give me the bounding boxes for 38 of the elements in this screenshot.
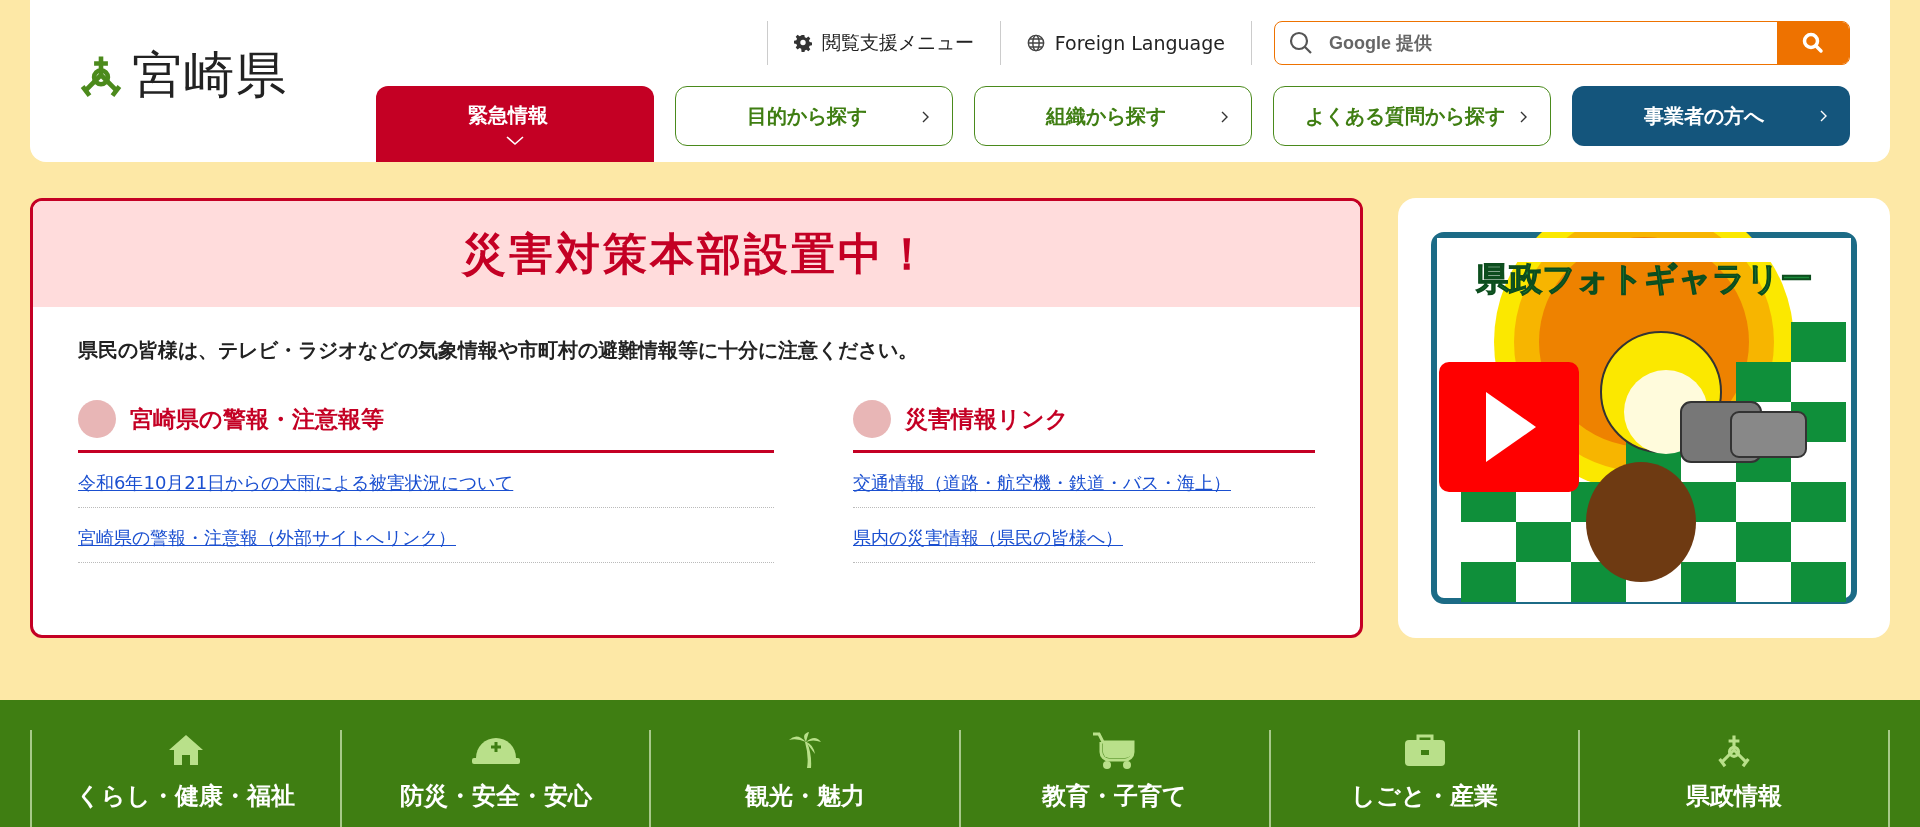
gear-icon [793,34,812,52]
utility-link[interactable]: Foreign Language [999,21,1252,65]
alert-title: 災害対策本部設置中！ [461,226,932,281]
search-icon [1289,31,1313,55]
category-link[interactable]: 観光・魅力 [649,730,959,827]
category-link[interactable]: 教育・子育て [959,730,1269,827]
section-heading: 災害情報リンク [905,404,1069,434]
category-link[interactable]: くらし・健康・福祉 [30,730,340,827]
nav-tab[interactable]: 事業者の方へ [1572,86,1850,146]
site-logo-text[interactable]: 宮崎県 [132,41,288,109]
circle-icon [78,400,116,438]
nav-tab[interactable]: 組織から探す [974,86,1252,146]
link[interactable]: 県内の災害情報（県民の皆様へ） [853,527,1123,548]
chevron-down-icon [506,136,524,146]
banner-title: 県政フォトギャラリー [1475,259,1813,298]
notice-text: 県民の皆様は、テレビ・ラジオなどの気象情報や市町村の避難情報等に十分に注意ください。 [78,338,919,364]
chevron-right-icon [922,111,930,123]
category-link[interactable]: 防災・安全・安心 [339,730,650,827]
category-link[interactable]: 県政情報 [1578,730,1891,827]
chevron-right-icon [1820,110,1828,122]
search-field[interactable]: Google 提供 [1327,31,1763,55]
photo-gallery-banner[interactable]: 県政フォトギャラリー [1431,232,1857,604]
link[interactable]: 交通情報（道路・航空機・鉄道・バス・海上） [853,472,1231,493]
globe-icon [1026,34,1045,52]
section-heading: 宮崎県の警報・注意報等 [130,404,384,434]
nav-tab[interactable]: 緊急情報 [376,86,654,162]
nav-tab[interactable]: 目的から探す [675,86,953,146]
link[interactable]: 宮崎県の警報・注意報（外部サイトへリンク） [78,527,456,548]
search-bar[interactable]: Google 提供 [1274,21,1850,65]
search-icon [1801,31,1825,55]
nav-tab[interactable]: よくある質問から探す [1273,86,1551,146]
circle-icon [853,400,891,438]
category-link[interactable]: しごと・産業 [1268,730,1579,827]
chevron-right-icon [1221,111,1229,123]
link[interactable]: 令和6年10月21日からの大雨による被害状況について [78,472,514,493]
utility-link[interactable]: 閲覧支援メニュー [766,21,1000,65]
chevron-right-icon [1520,111,1528,123]
search-button[interactable] [1777,22,1849,64]
